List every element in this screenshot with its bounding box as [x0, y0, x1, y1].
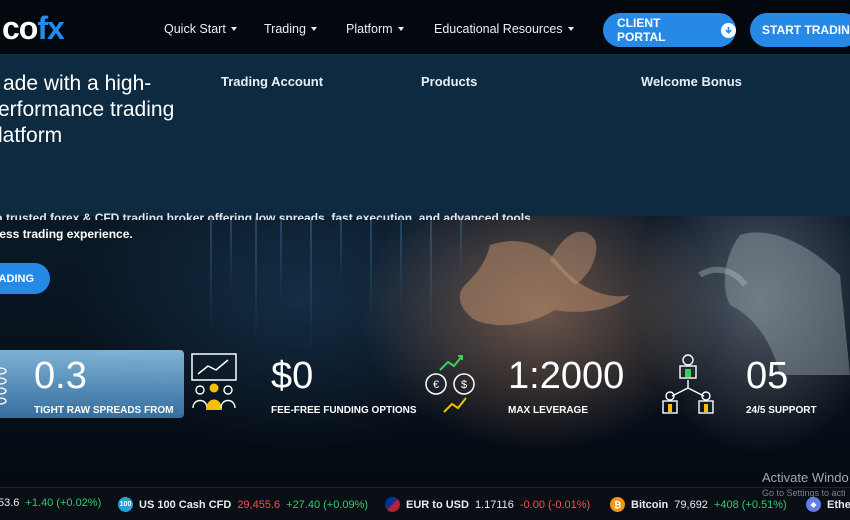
description-line-1: a trusted forex & CFD trading broker off…	[0, 211, 531, 220]
eur-usd-flag-icon	[385, 497, 400, 512]
windows-activation-title: Activate Windo	[762, 470, 849, 485]
dropdown-item-products[interactable]: Products	[421, 74, 477, 89]
start-trading-label: START TRADING	[762, 23, 850, 37]
nav-item-quick-start[interactable]: Quick Start	[164, 22, 237, 36]
svg-text:€: €	[433, 379, 439, 391]
stat-label-support: 24/5 SUPPORT	[746, 405, 817, 416]
currency-exchange-icon: € $	[425, 355, 475, 413]
client-portal-label: CLIENT PORTAL	[617, 16, 666, 44]
ticker-item[interactable]: ₿ Bitcoin 79,692 +408 (+0.51%)	[610, 497, 787, 512]
stat-value-funding: $0	[271, 355, 314, 397]
ticker-item[interactable]: ◆ Ethe	[806, 497, 850, 512]
stack-icon	[0, 367, 7, 405]
logo-text-part1: co	[2, 10, 38, 46]
headline-line-2: erformance trading	[0, 98, 175, 121]
logo-text-part2: fx	[37, 10, 64, 46]
ticker-symbol: Ethe	[827, 498, 850, 511]
ticker-symbol: US 100 Cash CFD	[139, 498, 232, 511]
ticker-change: +408 (+0.51%)	[713, 498, 787, 511]
dropdown-item-welcome-bonus[interactable]: Welcome Bonus	[641, 74, 742, 89]
headline-line-3: latform	[0, 124, 63, 147]
ethereum-icon: ◆	[806, 497, 821, 512]
ticker-symbol: Bitcoin	[631, 498, 669, 511]
hero-headline: ade with a high- erformance trading latf…	[0, 71, 186, 149]
windows-activation-subtitle: Go to Settings to acti	[762, 488, 846, 498]
bitcoin-icon: ₿	[610, 497, 625, 512]
price-ticker: 53.6 +1.40 (+0.02%) 100 US 100 Cash CFD …	[0, 487, 850, 520]
stat-label-spreads: TIGHT RAW SPREADS FROM	[34, 405, 174, 416]
ticker-price: 29,455.6	[237, 498, 281, 511]
dropdown-item-trading-account[interactable]: Trading Account	[221, 74, 323, 89]
chevron-down-icon	[230, 27, 237, 31]
nav-label: Educational Resources	[434, 22, 563, 36]
team-network-icon	[662, 354, 714, 414]
download-arrow-icon	[721, 22, 736, 38]
ticker-price: 1.17116	[474, 498, 514, 511]
ticker-change: -0.00 (-0.01%)	[519, 498, 591, 511]
stat-value-support: 05	[746, 355, 789, 397]
nav-label: Trading	[264, 22, 306, 36]
stat-label-leverage: MAX LEVERAGE	[508, 405, 589, 416]
us100-icon: 100	[118, 497, 133, 512]
nav-item-platform[interactable]: Platform	[346, 22, 404, 36]
page: cofx Quick Start Trading Platform Educat…	[0, 0, 850, 520]
nav-label: Quick Start	[164, 22, 226, 36]
logo[interactable]: cofx	[2, 10, 65, 47]
stat-value-leverage: 1:2000	[508, 355, 625, 397]
svg-text:$: $	[461, 379, 467, 391]
stat-label-funding: FEE-FREE FUNDING OPTIONS	[271, 405, 417, 416]
ticker-price: 53.6	[0, 497, 20, 509]
ticker-price: 79,692	[674, 498, 708, 511]
nav-item-trading[interactable]: Trading	[264, 22, 317, 36]
chevron-down-icon	[397, 27, 404, 31]
headline-line-1: ade with a high-	[3, 72, 152, 95]
ticker-item[interactable]: 53.6 +1.40 (+0.02%)	[0, 497, 101, 509]
chevron-down-icon	[567, 27, 574, 31]
chevron-down-icon	[310, 27, 317, 31]
ticker-symbol: EUR to USD	[406, 498, 469, 511]
client-portal-button[interactable]: CLIENT PORTAL	[603, 13, 736, 47]
ticker-item[interactable]: 100 US 100 Cash CFD 29,455.6 +27.40 (+0.…	[118, 497, 368, 512]
nav-label: Platform	[346, 22, 393, 36]
presentation-icon	[191, 353, 237, 410]
stat-value-spreads: 0.3	[34, 355, 87, 397]
ticker-change: +1.40 (+0.02%)	[25, 497, 102, 509]
ticker-item[interactable]: EUR to USD 1.17116 -0.00 (-0.01%)	[385, 497, 590, 512]
nav-item-educational-resources[interactable]: Educational Resources	[434, 22, 574, 36]
top-navigation: cofx Quick Start Trading Platform Educat…	[0, 0, 850, 54]
start-trading-button[interactable]: START TRADING	[750, 13, 850, 47]
ticker-change: +27.40 (+0.09%)	[286, 498, 369, 511]
hero-button-label: RADING	[0, 272, 34, 285]
hero-start-trading-button[interactable]: RADING	[0, 263, 50, 294]
hero-description: a trusted forex & CFD trading broker off…	[0, 211, 531, 243]
description-line-2: less trading experience.	[0, 227, 133, 241]
